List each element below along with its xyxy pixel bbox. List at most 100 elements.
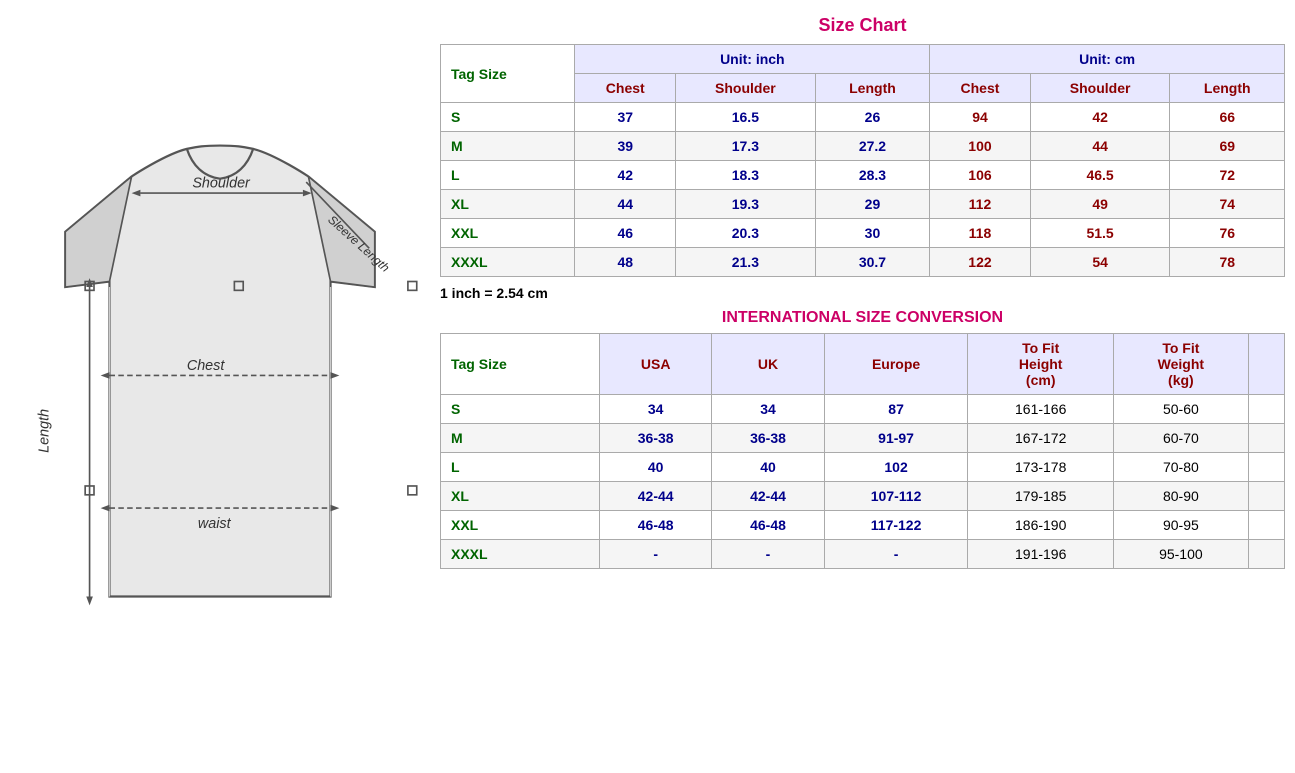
- intl-uk-cell: 46-48: [712, 511, 824, 540]
- intl-height-cell: 191-196: [968, 540, 1113, 569]
- intl-row: M 36-38 36-38 91-97 167-172 60-70: [441, 424, 1285, 453]
- col-empty: [1248, 334, 1284, 395]
- intl-row: L 40 40 102 173-178 70-80: [441, 453, 1285, 482]
- size-chart-title: Size Chart: [440, 15, 1285, 36]
- inch-chest-cell: 39: [575, 132, 676, 161]
- svg-text:Shoulder: Shoulder: [192, 176, 251, 192]
- intl-tag-size-cell: XXL: [441, 511, 600, 540]
- tag-size-cell: S: [441, 103, 575, 132]
- intl-height-cell: 173-178: [968, 453, 1113, 482]
- size-chart-row: L 42 18.3 28.3 106 46.5 72: [441, 161, 1285, 190]
- intl-tag-size-cell: L: [441, 453, 600, 482]
- inch-chest-cell: 48: [575, 248, 676, 277]
- intl-uk-cell: 42-44: [712, 482, 824, 511]
- intl-weight-cell: 90-95: [1113, 511, 1248, 540]
- cm-length-cell: 76: [1170, 219, 1285, 248]
- intl-europe-cell: 87: [824, 395, 968, 424]
- col-inch-length: Length: [815, 74, 929, 103]
- intl-europe-cell: 117-122: [824, 511, 968, 540]
- inch-shoulder-cell: 18.3: [676, 161, 816, 190]
- intl-height-cell: 161-166: [968, 395, 1113, 424]
- cm-length-cell: 72: [1170, 161, 1285, 190]
- intl-europe-cell: 107-112: [824, 482, 968, 511]
- tag-size-cell: XXXL: [441, 248, 575, 277]
- intl-weight-cell: 70-80: [1113, 453, 1248, 482]
- cm-chest-cell: 112: [930, 190, 1031, 219]
- size-chart-row: M 39 17.3 27.2 100 44 69: [441, 132, 1285, 161]
- svg-text:Length: Length: [37, 409, 53, 453]
- cm-shoulder-cell: 54: [1030, 248, 1170, 277]
- intl-weight-cell: 95-100: [1113, 540, 1248, 569]
- inch-chest-cell: 42: [575, 161, 676, 190]
- tag-size-header: Tag Size: [441, 45, 575, 103]
- intl-weight-cell: 60-70: [1113, 424, 1248, 453]
- tag-size-cell: M: [441, 132, 575, 161]
- cm-shoulder-cell: 51.5: [1030, 219, 1170, 248]
- inch-chest-cell: 37: [575, 103, 676, 132]
- tshirt-diagram: Shoulder Sleeve Length Chest Length wais…: [10, 10, 430, 763]
- intl-tag-size-cell: S: [441, 395, 600, 424]
- col-uk: UK: [712, 334, 824, 395]
- tag-size-cell: L: [441, 161, 575, 190]
- cm-length-cell: 69: [1170, 132, 1285, 161]
- svg-text:Chest: Chest: [187, 358, 226, 374]
- intl-empty-cell: [1248, 424, 1284, 453]
- intl-row: S 34 34 87 161-166 50-60: [441, 395, 1285, 424]
- intl-height-cell: 179-185: [968, 482, 1113, 511]
- col-to-fit-weight: To FitWeight(kg): [1113, 334, 1248, 395]
- size-chart-row: S 37 16.5 26 94 42 66: [441, 103, 1285, 132]
- cm-length-cell: 74: [1170, 190, 1285, 219]
- unit-cm-header: Unit: cm: [930, 45, 1285, 74]
- inch-length-cell: 26: [815, 103, 929, 132]
- inch-shoulder-cell: 19.3: [676, 190, 816, 219]
- intl-europe-cell: 102: [824, 453, 968, 482]
- intl-row: XL 42-44 42-44 107-112 179-185 80-90: [441, 482, 1285, 511]
- unit-inch-header: Unit: inch: [575, 45, 930, 74]
- intl-usa-cell: 46-48: [600, 511, 712, 540]
- size-chart-row: XL 44 19.3 29 112 49 74: [441, 190, 1285, 219]
- intl-tag-size-cell: M: [441, 424, 600, 453]
- cm-length-cell: 78: [1170, 248, 1285, 277]
- intl-height-cell: 167-172: [968, 424, 1113, 453]
- cm-chest-cell: 100: [930, 132, 1031, 161]
- intl-europe-cell: 91-97: [824, 424, 968, 453]
- intl-europe-cell: -: [824, 540, 968, 569]
- intl-uk-cell: -: [712, 540, 824, 569]
- intl-tag-size-cell: XXXL: [441, 540, 600, 569]
- svg-text:waist: waist: [198, 516, 232, 532]
- inch-length-cell: 29: [815, 190, 929, 219]
- intl-uk-cell: 40: [712, 453, 824, 482]
- tag-size-cell: XXL: [441, 219, 575, 248]
- col-cm-chest: Chest: [930, 74, 1031, 103]
- intl-conversion-table: Tag Size USA UK Europe To FitHeight(cm) …: [440, 333, 1285, 569]
- size-chart-table: Tag Size Unit: inch Unit: cm Chest Shoul…: [440, 44, 1285, 277]
- cm-chest-cell: 118: [930, 219, 1031, 248]
- inch-length-cell: 30.7: [815, 248, 929, 277]
- intl-weight-cell: 80-90: [1113, 482, 1248, 511]
- right-panel: Size Chart Tag Size Unit: inch Unit: cm …: [430, 10, 1285, 763]
- col-europe: Europe: [824, 334, 968, 395]
- intl-empty-cell: [1248, 511, 1284, 540]
- intl-empty-cell: [1248, 453, 1284, 482]
- size-chart-row: XXXL 48 21.3 30.7 122 54 78: [441, 248, 1285, 277]
- intl-height-cell: 186-190: [968, 511, 1113, 540]
- col-cm-shoulder: Shoulder: [1030, 74, 1170, 103]
- tag-size-cell: XL: [441, 190, 575, 219]
- intl-row: XXXL - - - 191-196 95-100: [441, 540, 1285, 569]
- col-usa: USA: [600, 334, 712, 395]
- cm-length-cell: 66: [1170, 103, 1285, 132]
- intl-uk-cell: 34: [712, 395, 824, 424]
- cm-shoulder-cell: 49: [1030, 190, 1170, 219]
- intl-usa-cell: 40: [600, 453, 712, 482]
- cm-shoulder-cell: 44: [1030, 132, 1170, 161]
- inch-note: 1 inch = 2.54 cm: [440, 285, 1285, 301]
- inch-chest-cell: 46: [575, 219, 676, 248]
- inch-shoulder-cell: 16.5: [676, 103, 816, 132]
- intl-tag-size-header: Tag Size: [441, 334, 600, 395]
- intl-row: XXL 46-48 46-48 117-122 186-190 90-95: [441, 511, 1285, 540]
- col-inch-chest: Chest: [575, 74, 676, 103]
- intl-usa-cell: 34: [600, 395, 712, 424]
- inch-shoulder-cell: 21.3: [676, 248, 816, 277]
- intl-usa-cell: -: [600, 540, 712, 569]
- col-to-fit-height: To FitHeight(cm): [968, 334, 1113, 395]
